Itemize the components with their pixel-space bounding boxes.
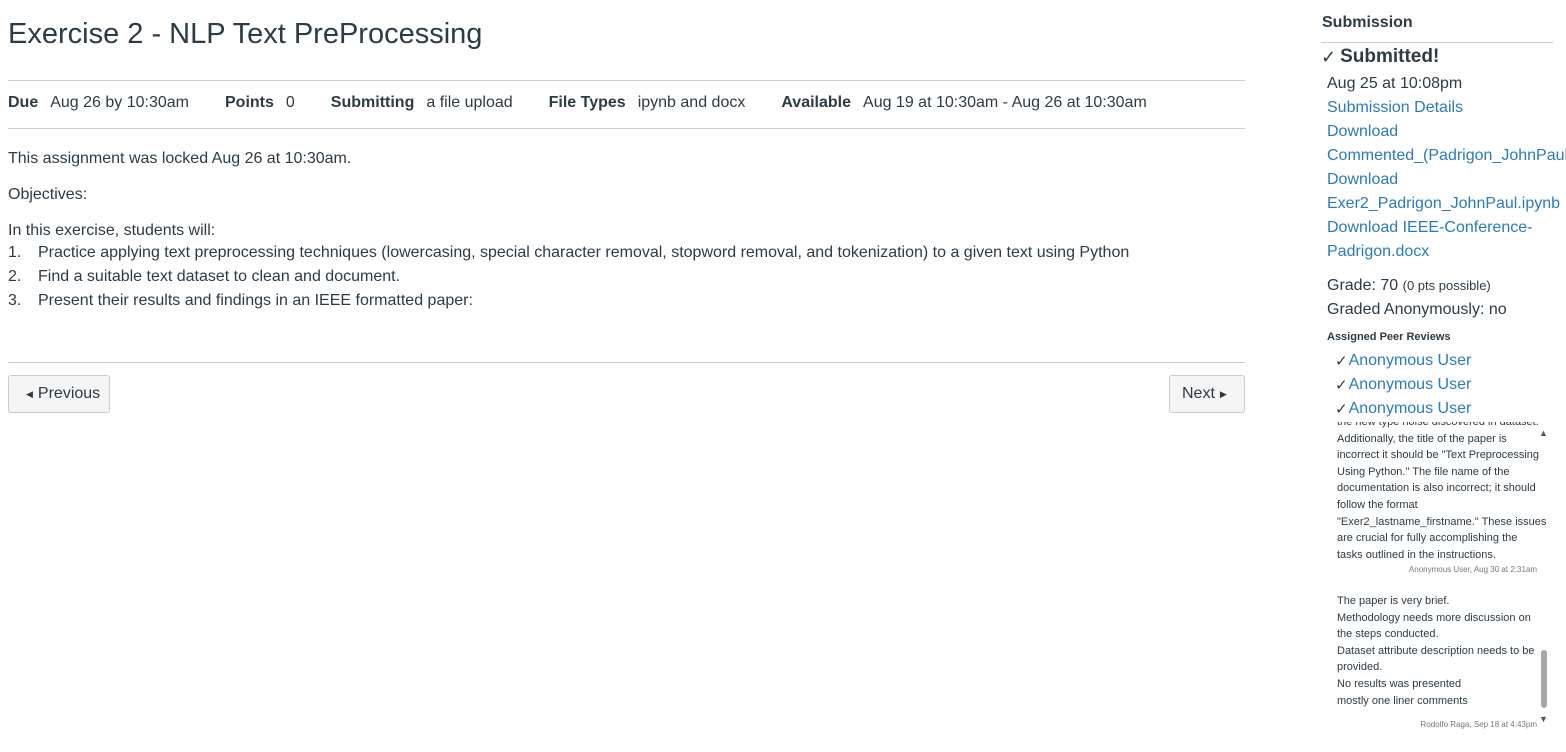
list-text: Find a suitable text dataset to clean an… <box>38 268 401 285</box>
peer-review-link[interactable]: ✓ Anonymous User <box>1335 400 1471 418</box>
detail-label: File Types <box>548 94 626 111</box>
detail-points: Points 0 <box>225 94 295 116</box>
comment: The paper is very brief. Methodology nee… <box>1337 593 1542 709</box>
comment-line: Additionally, the title of the paper is <box>1337 432 1507 445</box>
comment-line: Dataset attribute description needs to b… <box>1337 644 1535 657</box>
detail-value: Aug 19 at 10:30am - Aug 26 at 10:30am <box>863 94 1147 111</box>
detail-available: Available Aug 19 at 10:30am - Aug 26 at … <box>781 94 1146 116</box>
download-link[interactable]: Download IEEE-Conference- <box>1327 219 1532 237</box>
grade-note: (0 pts possible) <box>1402 278 1491 293</box>
submission-sidebar: Submission ✓ Submitted! Aug 25 at 10:08p… <box>1321 0 1566 752</box>
detail-submitting: Submitting a file upload <box>331 94 513 116</box>
check-icon: ✓ <box>1335 353 1348 370</box>
submission-details-link[interactable]: Submission Details <box>1327 99 1463 117</box>
scroll-up-icon[interactable]: ▲ <box>1539 428 1548 438</box>
comment: the new type noise discovered in dataset… <box>1337 422 1547 563</box>
submitted-time: Aug 25 at 10:08pm <box>1327 75 1463 92</box>
grade: Grade: 70 (0 pts possible) <box>1327 277 1491 295</box>
comment-line: documentation is also incorrect; it shou… <box>1337 482 1536 495</box>
check-icon: ✓ <box>1335 401 1348 418</box>
page-title: Exercise 2 - NLP Text PreProcessing <box>8 18 483 50</box>
caret-right-icon: ▶ <box>1219 388 1227 399</box>
comment-line: are crucial for fully accomplishing the <box>1337 532 1518 545</box>
comment-line: "Exer2_lastname_firstname." These issues <box>1337 515 1547 528</box>
divider <box>1321 42 1553 43</box>
graded-anonymously: Graded Anonymously: no <box>1327 301 1507 318</box>
objectives-intro: In this exercise, students will: <box>8 222 216 239</box>
locked-notice: This assignment was locked Aug 26 at 10:… <box>8 150 352 167</box>
check-icon: ✓ <box>1335 377 1348 394</box>
comment-line: tasks outlined in the instructions. <box>1337 548 1496 561</box>
comment-line: No results was presented <box>1337 677 1462 690</box>
peer-name: Anonymous User <box>1348 400 1472 417</box>
comments-scrollbar[interactable]: ▲ ▼ <box>1539 428 1549 728</box>
comments-panel[interactable]: the new type noise discovered in dataset… <box>1321 422 1553 740</box>
assignment-details: Due Aug 26 by 10:30am Points 0 Submittin… <box>8 94 1183 116</box>
comment-line: follow the format <box>1337 498 1418 511</box>
list-number: 3. <box>8 292 22 309</box>
divider <box>8 128 1245 129</box>
peer-reviews-heading: Assigned Peer Reviews <box>1327 331 1451 343</box>
list-item: 2. Find a suitable text dataset to clean… <box>8 268 1129 292</box>
comment-line: incorrect it should be "Text Preprocessi… <box>1337 449 1540 462</box>
objectives-list: 1. Practice applying text preprocessing … <box>8 244 1129 316</box>
divider <box>8 362 1245 363</box>
peer-name: Anonymous User <box>1348 352 1472 369</box>
detail-value: ipynb and docx <box>637 94 746 111</box>
download-link[interactable]: Download <box>1327 171 1398 189</box>
comment-line: the steps conducted. <box>1337 628 1439 641</box>
objectives-label: Objectives: <box>8 186 88 203</box>
list-text: Practice applying text preprocessing tec… <box>38 244 1130 261</box>
status-text: Submitted! <box>1340 46 1440 67</box>
list-number: 1. <box>8 244 22 261</box>
previous-button[interactable]: ◀ Previous <box>8 375 110 413</box>
next-button[interactable]: Next ▶ <box>1169 375 1245 413</box>
comment-meta: Rodolfo Raga, Sep 18 at 4:43pm <box>1420 720 1537 729</box>
scroll-down-icon[interactable]: ▼ <box>1539 714 1548 724</box>
list-text: Present their results and findings in an… <box>38 292 473 309</box>
submission-status: ✓ Submitted! <box>1321 46 1439 68</box>
detail-label: Points <box>225 94 274 111</box>
detail-label: Due <box>8 94 39 111</box>
comment-line: Using Python." The file name of the <box>1337 465 1510 478</box>
peer-name: Anonymous User <box>1348 376 1472 393</box>
detail-value: a file upload <box>426 94 513 111</box>
comment-line: the new type noise discovered in dataset… <box>1337 422 1539 428</box>
check-icon: ✓ <box>1321 46 1337 67</box>
comment-meta: Anonymous User, Aug 30 at 2:31am <box>1408 565 1537 574</box>
download-link[interactable]: Download <box>1327 123 1398 141</box>
detail-value: Aug 26 by 10:30am <box>50 94 189 111</box>
divider <box>8 80 1245 81</box>
peer-review-link[interactable]: ✓ Anonymous User <box>1335 352 1471 370</box>
list-item: 3. Present their results and findings in… <box>8 292 1129 316</box>
comment-line: provided. <box>1337 661 1383 674</box>
next-label: Next <box>1182 385 1215 402</box>
peer-review-link[interactable]: ✓ Anonymous User <box>1335 376 1471 394</box>
comment-line: The paper is very brief. <box>1337 595 1450 607</box>
detail-due: Due Aug 26 by 10:30am <box>8 94 189 116</box>
detail-file-types: File Types ipynb and docx <box>549 94 746 116</box>
previous-label: Previous <box>37 385 101 402</box>
scrollbar-thumb[interactable] <box>1541 650 1547 708</box>
list-item: 1. Practice applying text preprocessing … <box>8 244 1129 268</box>
list-number: 2. <box>8 268 22 285</box>
detail-value: 0 <box>285 94 295 111</box>
download-filename-link[interactable]: Exer2_Padrigon_JohnPaul.ipynb <box>1327 195 1560 213</box>
caret-left-icon: ◀ <box>26 388 33 399</box>
grade-value: Grade: 70 <box>1327 277 1399 294</box>
comment-line: mostly one liner comments <box>1337 694 1468 707</box>
comment-line: Methodology needs more discussion on <box>1337 611 1531 624</box>
detail-label: Available <box>781 94 852 111</box>
sidebar-heading: Submission <box>1322 14 1413 31</box>
detail-label: Submitting <box>330 94 415 111</box>
download-filename-link[interactable]: Padrigon.docx <box>1327 243 1429 261</box>
download-filename-link[interactable]: Commented_(Padrigon_JohnPaul)_ <box>1327 147 1566 165</box>
